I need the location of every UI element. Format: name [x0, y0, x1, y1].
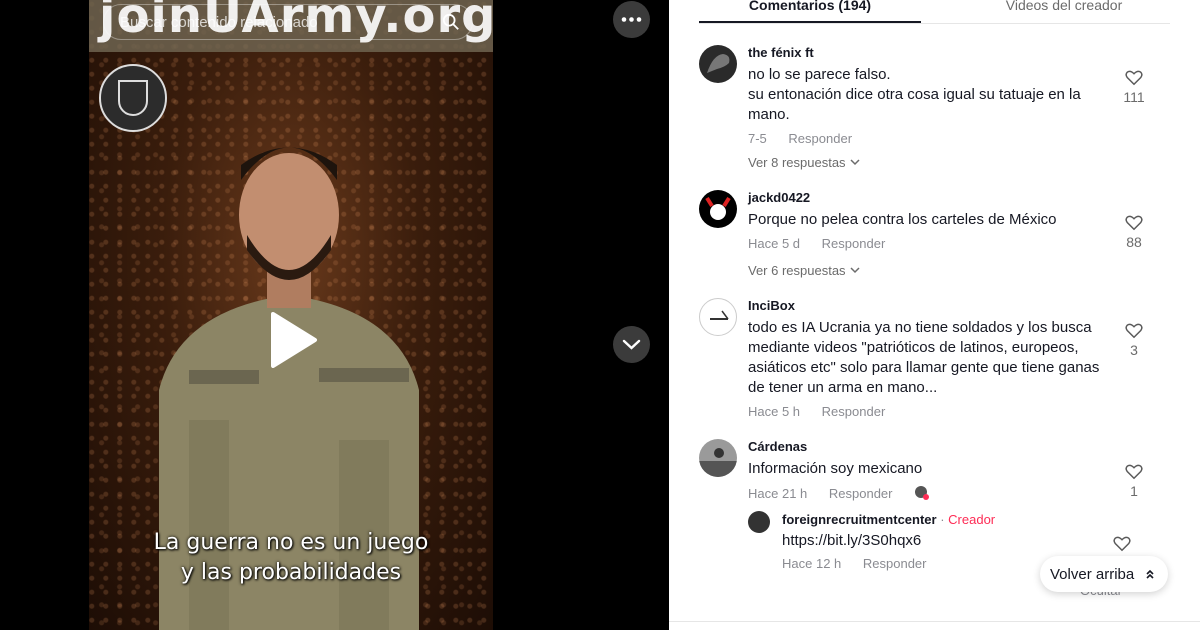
comment-username[interactable]: the fénix ft	[748, 45, 814, 60]
comments-panel: Comentarios (194) Videos del creador the…	[669, 0, 1200, 630]
creator-badge: Creador	[948, 512, 996, 527]
reply-button[interactable]: Responder	[788, 131, 852, 146]
comment-date: 7-5	[748, 131, 767, 146]
avatar[interactable]	[748, 511, 770, 533]
like-count: 88	[1126, 234, 1142, 250]
reply-meta: Hace 12 h Responder	[782, 556, 945, 571]
comment-text: Información soy mexicano	[748, 460, 923, 477]
comment-date: Hace 5 d	[748, 236, 801, 251]
video-player[interactable]: joinUArmy.org Buscar contenido relaciona…	[0, 0, 669, 630]
next-video-button[interactable]	[613, 326, 650, 363]
reply-button[interactable]: Responder	[863, 556, 927, 571]
heart-icon[interactable]	[1113, 535, 1131, 552]
reply-text[interactable]: https://bit.ly/3S0hqx6	[782, 532, 921, 549]
reply-username-row: foreignrecruitmentcenter · Creador	[782, 512, 995, 527]
related-search-input[interactable]: Buscar contenido relacionado	[103, 4, 473, 40]
comment-meta: Hace 21 h Responder	[748, 485, 930, 501]
reply-button[interactable]: Responder	[822, 236, 886, 251]
video-caption-line-2: y las probabilidades	[180, 560, 402, 585]
devil-icon	[705, 196, 731, 220]
like-count: 1	[1130, 483, 1138, 499]
video-caption-line-1: La guerra no es un juego	[153, 530, 429, 555]
heart-icon	[1125, 323, 1143, 339]
view-replies-button[interactable]: Ver 6 respuestas	[748, 263, 861, 278]
creator-liked-icon	[915, 486, 930, 500]
like-count: 3	[1130, 342, 1138, 358]
chevron-down-icon	[850, 159, 860, 166]
view-replies-label: Ver 8 respuestas	[748, 155, 846, 170]
heart-icon	[1125, 70, 1143, 86]
comment-meta: 7-5 Responder	[748, 131, 870, 146]
double-chevron-up-icon	[1146, 569, 1154, 579]
video-frame[interactable]: joinUArmy.org Buscar contenido relaciona…	[89, 0, 493, 630]
reply-separator: ·	[936, 512, 949, 527]
more-options-button[interactable]	[613, 1, 650, 38]
comment-text: no lo se parece falso. su entonación dic…	[748, 66, 1081, 123]
panel-divider	[669, 621, 1200, 622]
comment-username[interactable]: Cárdenas	[748, 439, 807, 454]
avatar[interactable]	[699, 190, 737, 228]
search-placeholder: Buscar contenido relacionado	[120, 14, 318, 31]
more-horizontal-icon	[621, 17, 642, 22]
like-button[interactable]: 1	[1121, 463, 1147, 499]
reply-button[interactable]: Responder	[822, 404, 886, 419]
incibox-logo-icon	[710, 310, 729, 320]
comment-username[interactable]: jackd0422	[748, 190, 810, 205]
shield-icon	[118, 80, 148, 116]
scroll-to-top-label: Volver arriba	[1050, 566, 1135, 583]
reply-username[interactable]: foreignrecruitmentcenter	[782, 512, 937, 527]
reply-date: Hace 12 h	[782, 556, 842, 571]
comment-date: Hace 5 h	[748, 404, 801, 419]
tab-creator-videos[interactable]: Videos del creador	[959, 0, 1169, 13]
avatar[interactable]	[699, 298, 737, 336]
comment-date: Hace 21 h	[748, 486, 808, 501]
comment-username[interactable]: InciBox	[748, 298, 795, 313]
heart-icon	[1125, 464, 1143, 480]
photo-avatar-icon	[699, 448, 737, 477]
play-icon[interactable]	[269, 312, 319, 368]
view-replies-button[interactable]: Ver 8 respuestas	[748, 155, 861, 170]
comment-text: todo es IA Ucrania ya no tiene soldados …	[748, 319, 1100, 396]
heart-icon	[1125, 215, 1143, 231]
chevron-down-icon	[622, 339, 641, 350]
scroll-to-top-button[interactable]: Volver arriba	[1040, 556, 1168, 592]
comment-meta: Hace 5 d Responder	[748, 236, 903, 251]
comment-text: Porque no pelea contra los carteles de M…	[748, 211, 1057, 228]
like-button[interactable]: 88	[1121, 214, 1147, 250]
chevron-down-icon	[850, 267, 860, 274]
reply-button[interactable]: Responder	[829, 486, 893, 501]
bird-icon	[707, 54, 730, 73]
view-replies-label: Ver 6 respuestas	[748, 263, 846, 278]
avatar[interactable]	[699, 45, 737, 83]
like-count: 111	[1123, 89, 1145, 105]
comment-meta: Hace 5 h Responder	[748, 404, 903, 419]
like-button[interactable]: 111	[1121, 69, 1147, 105]
avatar[interactable]	[699, 439, 737, 477]
like-button[interactable]: 3	[1121, 322, 1147, 358]
tab-bar: Comentarios (194) Videos del creador	[699, 0, 1170, 24]
tab-comments[interactable]: Comentarios (194)	[699, 0, 921, 23]
search-icon[interactable]	[442, 13, 460, 31]
